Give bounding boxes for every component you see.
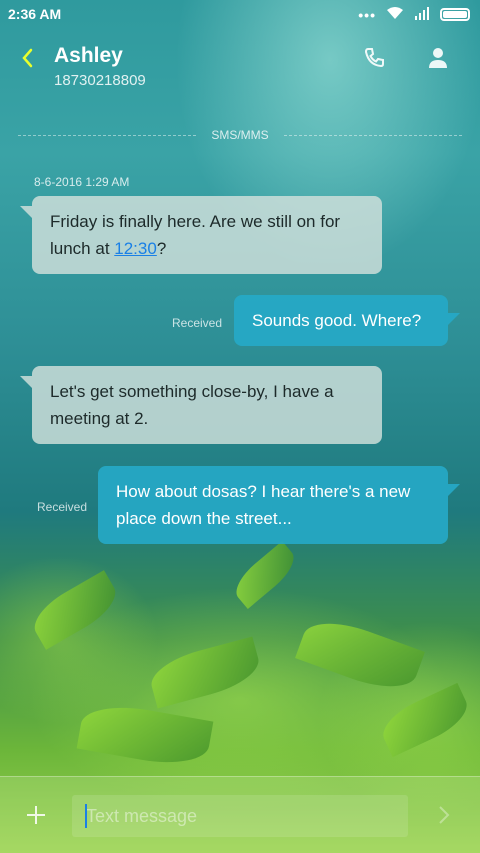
outgoing-message[interactable]: Sounds good. Where? <box>234 295 460 346</box>
back-chevron-icon <box>22 48 33 68</box>
wallpaper-leaf <box>228 541 302 609</box>
status-icons: ••• <box>358 6 470 23</box>
send-chevron-icon <box>439 806 450 824</box>
plus-icon <box>27 806 45 824</box>
person-icon <box>429 48 447 68</box>
status-time: 2:36 AM <box>8 6 62 22</box>
phone-icon <box>364 48 384 68</box>
message-composer <box>0 776 480 853</box>
message-text: ? <box>156 239 167 258</box>
wifi-icon <box>386 6 404 23</box>
divider-line <box>284 135 462 136</box>
wallpaper-leaf <box>295 610 425 700</box>
text-caret <box>85 804 87 828</box>
call-button[interactable] <box>360 44 388 72</box>
back-button[interactable] <box>14 44 42 72</box>
message-text: Friday is finally here. Are we still on … <box>50 212 341 258</box>
channel-divider: SMS/MMS <box>18 126 462 146</box>
delivery-status: Received <box>37 500 88 514</box>
battery-icon <box>440 8 470 21</box>
incoming-message[interactable]: Friday is finally here. Are we still on … <box>20 196 382 274</box>
wallpaper-leaf <box>26 570 124 650</box>
message-input[interactable] <box>72 795 408 837</box>
add-attachment-button[interactable] <box>22 801 50 829</box>
outgoing-message[interactable]: How about dosas? I hear there's a new pl… <box>98 466 460 544</box>
wallpaper-leaf <box>146 636 264 709</box>
more-dots-icon: ••• <box>358 6 376 23</box>
message-text: Let's get something close-by, I have a m… <box>50 382 334 428</box>
divider-line <box>18 135 196 136</box>
message-timestamp: 8-6-2016 1:29 AM <box>34 175 130 189</box>
incoming-message[interactable]: Let's get something close-by, I have a m… <box>20 366 382 444</box>
send-button[interactable] <box>432 801 456 829</box>
contact-name: Ashley <box>54 44 123 67</box>
time-link[interactable]: 12:30 <box>114 239 157 258</box>
wallpaper-leaf <box>375 682 475 758</box>
contact-number: 18730218809 <box>54 72 146 89</box>
signal-icon <box>414 6 430 23</box>
status-bar: 2:36 AM ••• <box>0 0 480 28</box>
channel-label: SMS/MMS <box>211 128 269 142</box>
contact-profile-button[interactable] <box>424 44 452 72</box>
wallpaper-leaf <box>76 699 214 771</box>
message-text: How about dosas? I hear there's a new pl… <box>116 482 411 528</box>
conversation-header: Ashley 18730218809 <box>0 36 480 96</box>
delivery-status: Received <box>172 316 223 330</box>
message-text: Sounds good. Where? <box>252 311 422 330</box>
